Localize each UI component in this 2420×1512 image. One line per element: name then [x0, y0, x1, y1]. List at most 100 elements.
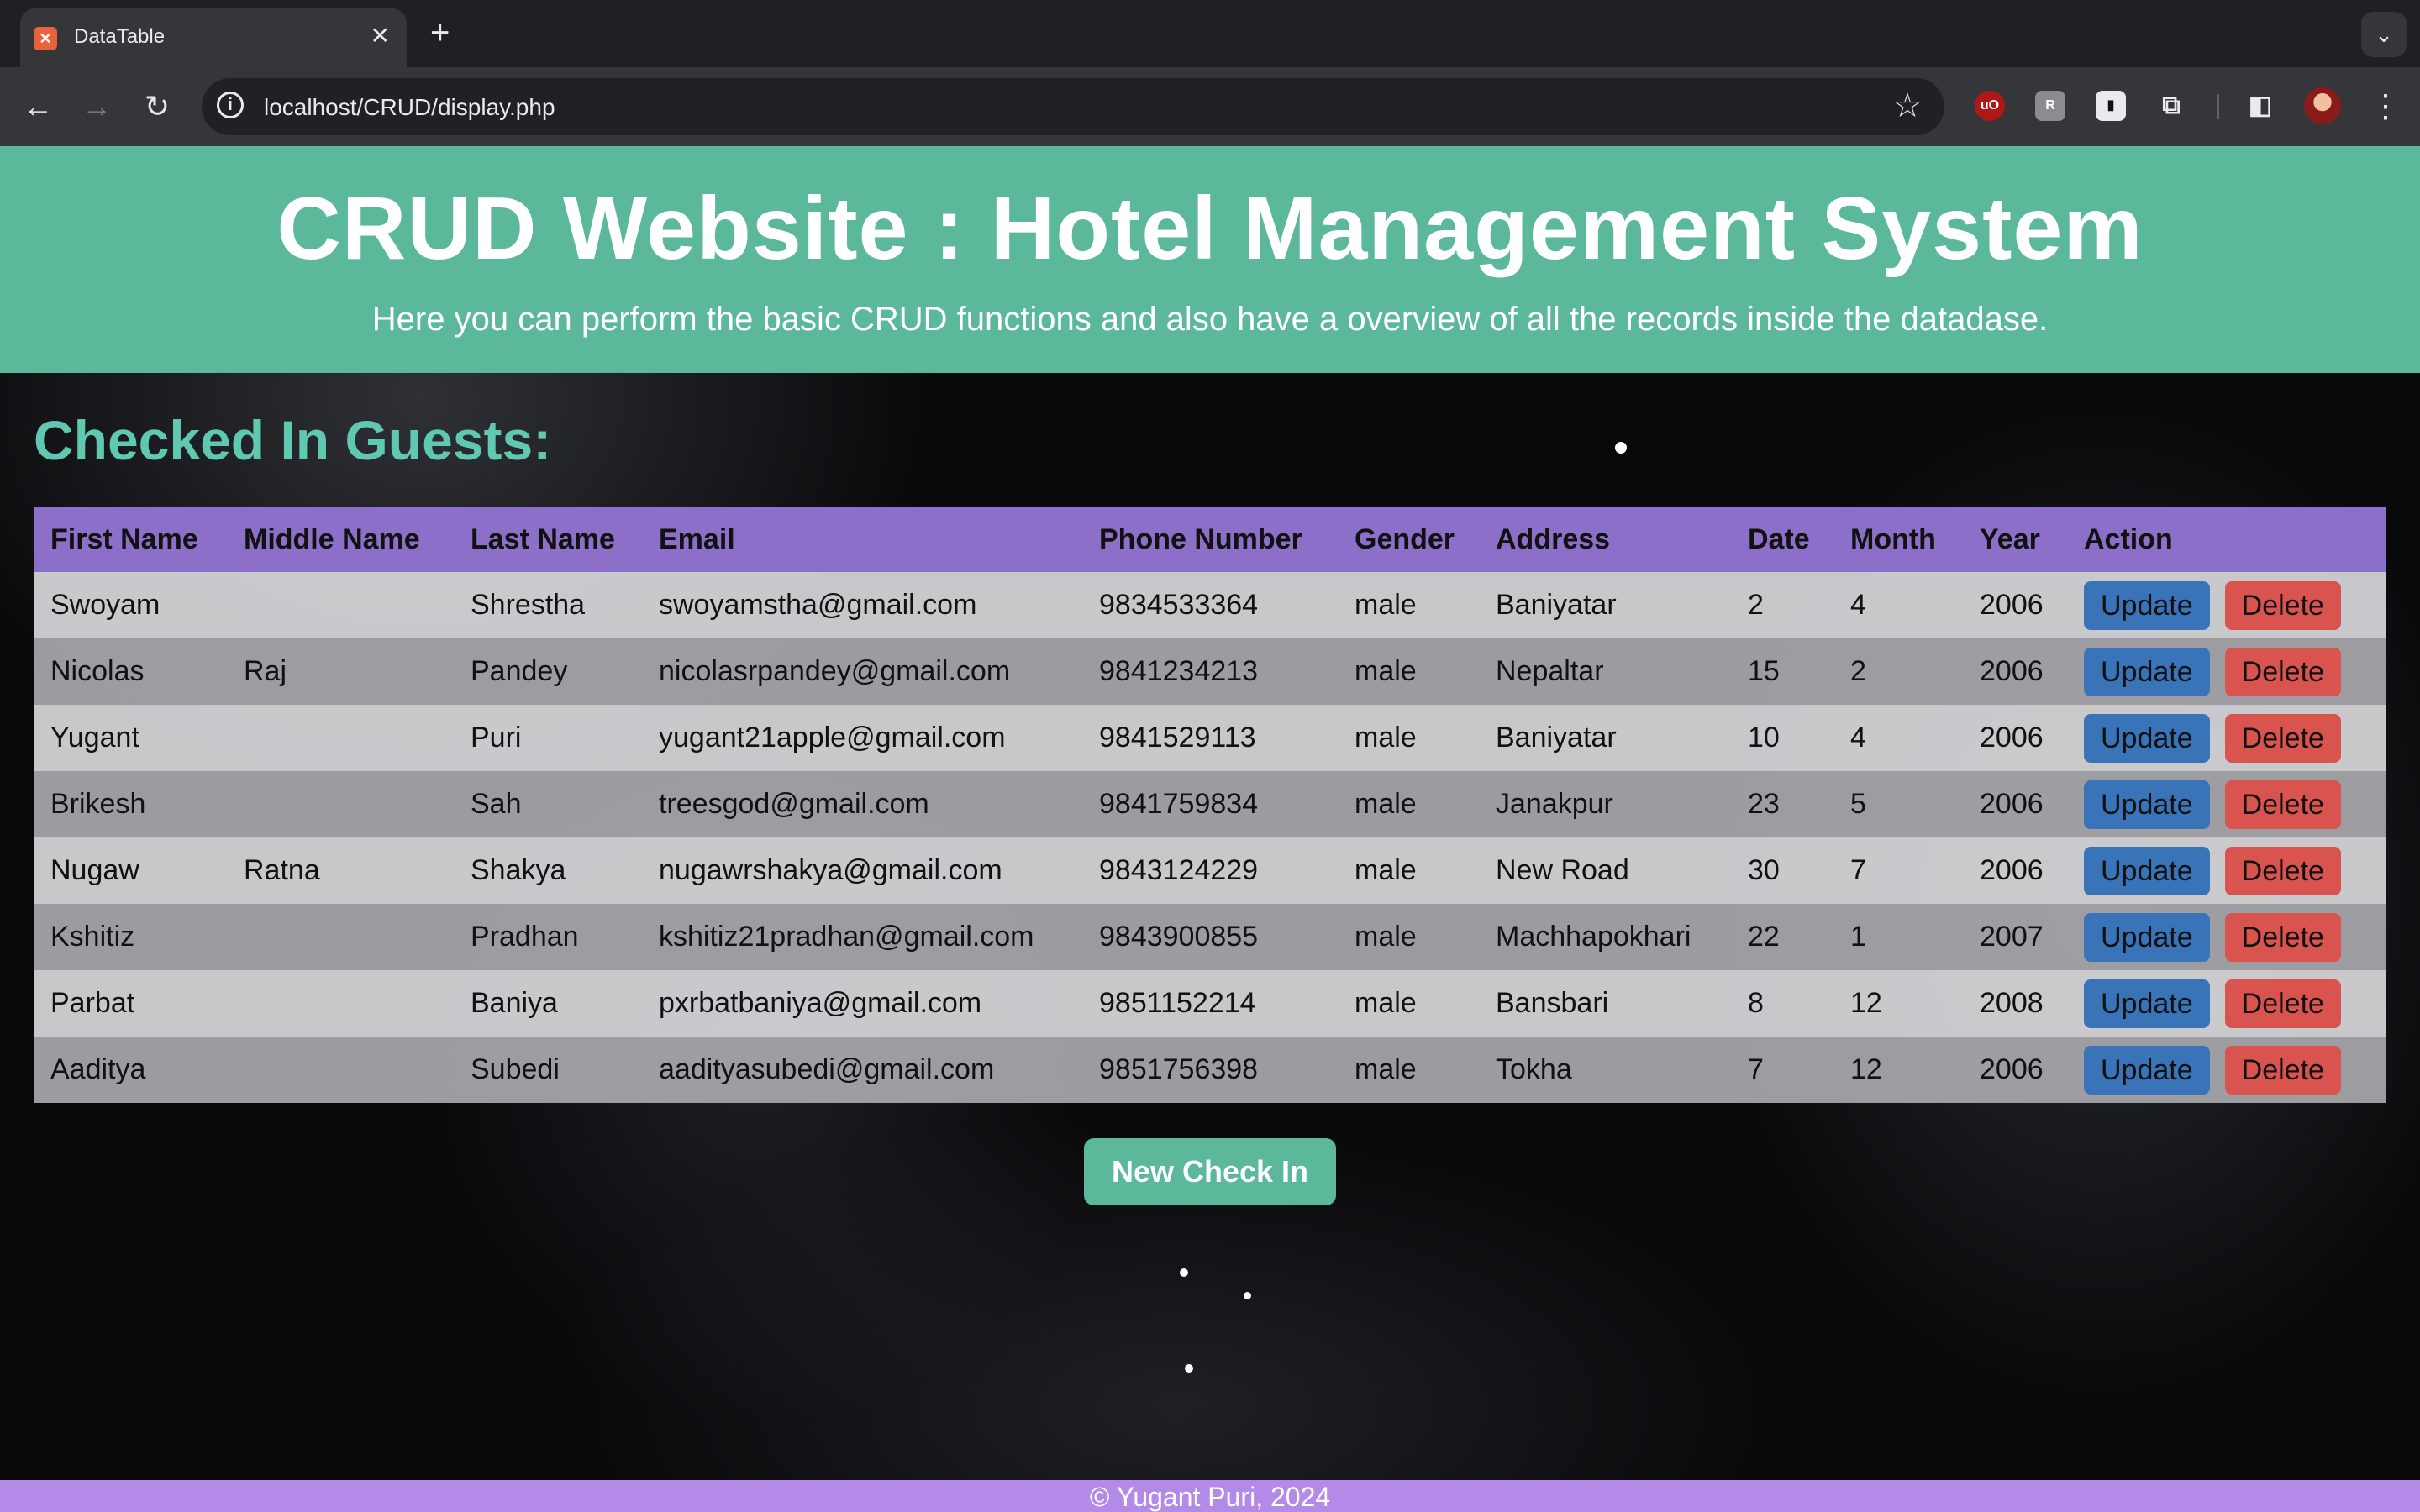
- column-header: Address: [1479, 507, 1731, 572]
- table-row: Aaditya Subedi aadityasubedi@gmail.com 9851…: [34, 1037, 2386, 1103]
- table-cell: Kshitiz: [34, 904, 227, 970]
- table-cell: pxrbatbaniya@gmail.com: [642, 970, 1082, 1037]
- xampp-icon: ✕: [34, 27, 57, 50]
- table-cell: Nepaltar: [1479, 638, 1731, 705]
- table-cell: 9843900855: [1082, 904, 1338, 970]
- table-cell: Baniyatar: [1479, 572, 1731, 638]
- page-title: CRUD Website : Hotel Management System: [276, 179, 2144, 278]
- table-cell: 2006: [1963, 837, 2067, 904]
- url-text[interactable]: localhost/CRUD/display.php: [264, 94, 555, 121]
- table-cell: 10: [1731, 705, 1833, 771]
- address-bar[interactable]: i localhost/CRUD/display.php ☆: [202, 78, 1944, 135]
- more-menu-icon[interactable]: ⋮: [2370, 86, 2402, 128]
- site-info-icon[interactable]: i: [217, 92, 244, 118]
- table-cell: nicolasrpandey@gmail.com: [642, 638, 1082, 705]
- table-cell: Nicolas: [34, 638, 227, 705]
- update-button[interactable]: Update: [2084, 912, 2210, 962]
- reload-icon[interactable]: ↻: [136, 86, 178, 128]
- delete-button[interactable]: Delete: [2224, 780, 2341, 829]
- decorative-dot: [1180, 1268, 1188, 1277]
- footer: © Yugant Puri, 2024: [0, 1480, 2420, 1512]
- column-header: Action: [2067, 507, 2386, 572]
- decorative-dot: [1185, 1364, 1193, 1373]
- table-cell: Raj: [227, 638, 454, 705]
- action-cell: Update Delete: [2067, 1037, 2386, 1103]
- table-cell: 23: [1731, 771, 1833, 837]
- update-button[interactable]: Update: [2084, 713, 2210, 763]
- table-cell: [227, 705, 454, 771]
- update-button[interactable]: Update: [2084, 979, 2210, 1028]
- table-cell: 9841759834: [1082, 771, 1338, 837]
- table-cell: 2008: [1963, 970, 2067, 1037]
- side-panel-icon[interactable]: ◧: [2245, 91, 2275, 121]
- update-button[interactable]: Update: [2084, 1045, 2210, 1095]
- table-cell: 8: [1731, 970, 1833, 1037]
- delete-button[interactable]: Delete: [2224, 846, 2341, 895]
- forward-arrow-icon[interactable]: →: [76, 86, 118, 128]
- delete-button[interactable]: Delete: [2224, 713, 2341, 763]
- column-header: Month: [1833, 507, 1963, 572]
- toolbar-divider: [2217, 94, 2219, 119]
- action-cell: Update Delete: [2067, 837, 2386, 904]
- table-cell: 2006: [1963, 572, 2067, 638]
- table-cell: male: [1338, 771, 1479, 837]
- page-content: CRUD Website : Hotel Management System H…: [0, 146, 2420, 1512]
- table-row: Kshitiz Pradhan kshitiz21pradhan@gmail.com…: [34, 904, 2386, 970]
- back-arrow-icon[interactable]: ←: [17, 86, 59, 128]
- table-cell: 5: [1833, 771, 1963, 837]
- update-button[interactable]: Update: [2084, 846, 2210, 895]
- table-cell: Swoyam: [34, 572, 227, 638]
- table-cell: 15: [1731, 638, 1833, 705]
- update-button[interactable]: Update: [2084, 647, 2210, 696]
- delete-button[interactable]: Delete: [2224, 1045, 2341, 1095]
- table-cell: swoyamstha@gmail.com: [642, 572, 1082, 638]
- puzzle-extensions-icon[interactable]: ⧉: [2156, 91, 2186, 121]
- table-cell: Brikesh: [34, 771, 227, 837]
- new-tab-icon[interactable]: +: [430, 12, 450, 54]
- table-cell: Aaditya: [34, 1037, 227, 1103]
- browser-tab[interactable]: ✕ DataTable ✕: [20, 8, 407, 67]
- update-button[interactable]: Update: [2084, 580, 2210, 630]
- profile-avatar[interactable]: [2304, 87, 2341, 124]
- table-cell: nugawrshakya@gmail.com: [642, 837, 1082, 904]
- table-cell: [227, 970, 454, 1037]
- update-button[interactable]: Update: [2084, 780, 2210, 829]
- table-cell: 22: [1731, 904, 1833, 970]
- table-cell: New Road: [1479, 837, 1731, 904]
- new-check-in-button[interactable]: New Check In: [1084, 1138, 1336, 1205]
- table-row: Nugaw Ratna Shakya nugawrshakya@gmail.com 98…: [34, 837, 2386, 904]
- table-cell: 2006: [1963, 1037, 2067, 1103]
- delete-button[interactable]: Delete: [2224, 979, 2341, 1028]
- column-header: Phone Number: [1082, 507, 1338, 572]
- bookmark-star-icon[interactable]: ☆: [1892, 87, 1923, 125]
- extension-icon[interactable]: ▮: [2096, 91, 2126, 121]
- table-cell: Parbat: [34, 970, 227, 1037]
- ublock-extension-icon[interactable]: uO: [1975, 91, 2005, 121]
- table-cell: male: [1338, 638, 1479, 705]
- action-cell: Update Delete: [2067, 638, 2386, 705]
- table-cell: yugant21apple@gmail.com: [642, 705, 1082, 771]
- delete-button[interactable]: Delete: [2224, 580, 2341, 630]
- delete-button[interactable]: Delete: [2224, 647, 2341, 696]
- table-cell: male: [1338, 970, 1479, 1037]
- table-cell: Tokha: [1479, 1037, 1731, 1103]
- page-header: CRUD Website : Hotel Management System H…: [0, 146, 2420, 373]
- delete-button[interactable]: Delete: [2224, 912, 2341, 962]
- column-header: Gender: [1338, 507, 1479, 572]
- table-cell: male: [1338, 1037, 1479, 1103]
- table-cell: Machhapokhari: [1479, 904, 1731, 970]
- extension-icon[interactable]: R: [2035, 91, 2065, 121]
- action-cell: Update Delete: [2067, 970, 2386, 1037]
- tab-search-chevron-icon[interactable]: ⌄: [2361, 12, 2407, 57]
- table-cell: 9841234213: [1082, 638, 1338, 705]
- table-cell: [227, 904, 454, 970]
- guests-table: First Name Middle Name Last Name Email P…: [34, 507, 2386, 1103]
- table-cell: 9851756398: [1082, 1037, 1338, 1103]
- table-cell: Shakya: [454, 837, 642, 904]
- close-tab-icon[interactable]: ✕: [371, 22, 390, 50]
- table-cell: 2006: [1963, 638, 2067, 705]
- table-cell: 4: [1833, 705, 1963, 771]
- table-cell: Janakpur: [1479, 771, 1731, 837]
- table-cell: Baniyatar: [1479, 705, 1731, 771]
- table-cell: treesgod@gmail.com: [642, 771, 1082, 837]
